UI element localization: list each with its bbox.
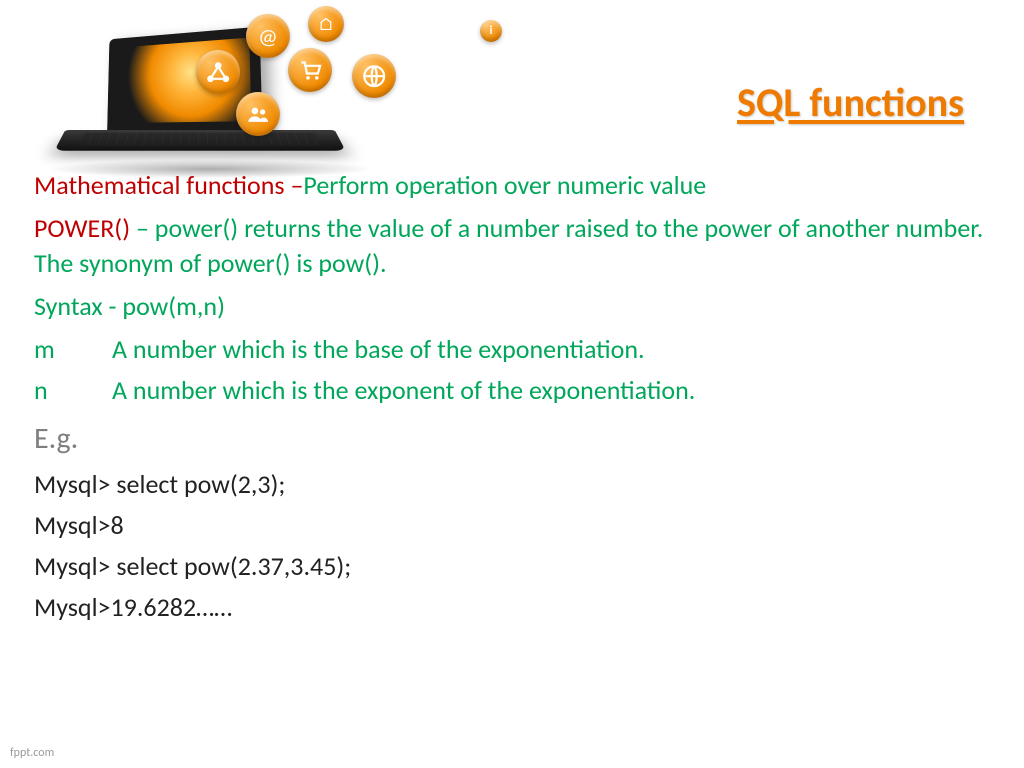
example-label: E.g. (34, 419, 984, 460)
globe-icon (352, 54, 396, 98)
param-name: n (34, 373, 112, 408)
slide: @ ⌂ i SQL functions Mathematical functio… (0, 0, 1024, 768)
example-line: Mysql> select pow(2,3); (34, 467, 984, 502)
example-line: Mysql>19.6282…… (34, 590, 984, 625)
param-table: m A number which is the base of the expo… (34, 332, 984, 408)
section-description: Perform operation over numeric value (303, 169, 706, 201)
syntax-value: pow(m,n) (122, 290, 225, 322)
at-icon: @ (246, 14, 290, 58)
function-name: POWER() (34, 212, 130, 244)
function-description: power() returns the value of a number ra… (34, 212, 983, 279)
slide-title: SQL functions (737, 78, 964, 127)
param-desc: A number which is the base of the expone… (112, 332, 984, 367)
cart-icon (288, 48, 332, 92)
function-line: POWER() – power() returns the value of a… (34, 211, 984, 281)
slide-body: Mathematical functions –Perform operatio… (34, 168, 984, 631)
syntax-label: Syntax - (34, 290, 122, 322)
footer-credit: fppt.com (10, 746, 54, 760)
network-icon (196, 50, 240, 94)
param-name: m (34, 332, 112, 367)
people-icon (236, 92, 280, 136)
syntax-line: Syntax - pow(m,n) (34, 289, 984, 324)
example-block: Mysql> select pow(2,3); Mysql>8 Mysql> s… (34, 467, 984, 625)
section-label: Mathematical functions – (34, 169, 303, 201)
param-desc: A number which is the exponent of the ex… (112, 373, 984, 408)
example-line: Mysql> select pow(2.37,3.45); (34, 549, 984, 584)
info-icon: i (480, 20, 502, 42)
function-sep: – (130, 212, 155, 244)
example-line: Mysql>8 (34, 508, 984, 543)
home-icon: ⌂ (308, 6, 344, 42)
section-line: Mathematical functions –Perform operatio… (34, 168, 984, 203)
